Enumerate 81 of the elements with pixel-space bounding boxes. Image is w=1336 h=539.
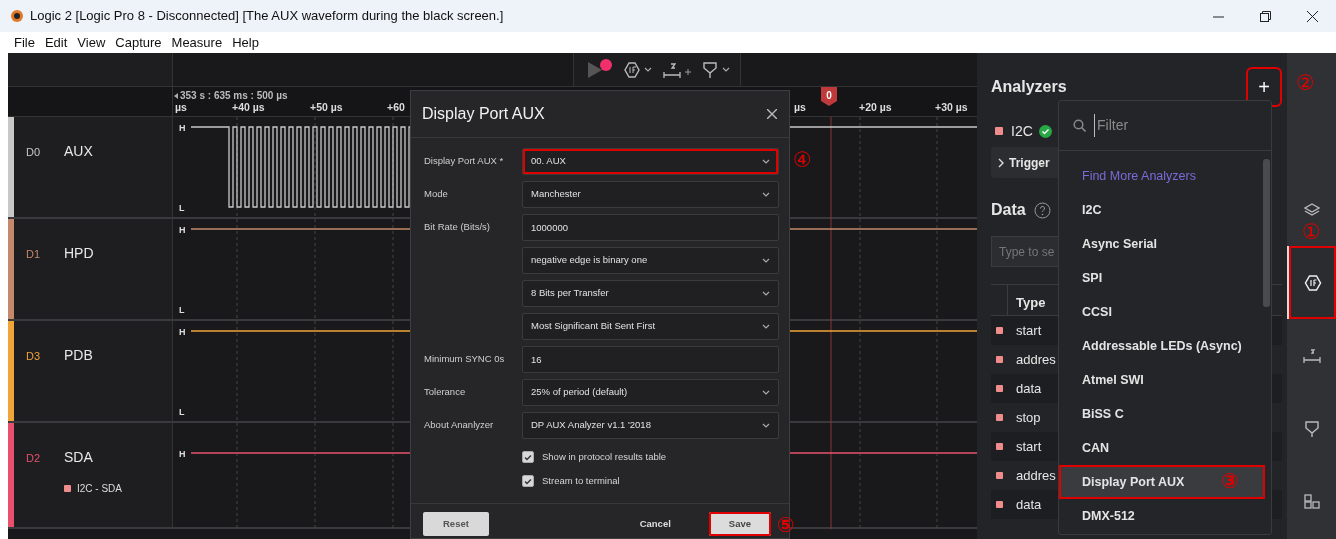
level-label: L — [179, 305, 185, 315]
checkbox-label: Stream to terminal — [542, 473, 620, 488]
time-tick-label: µs — [175, 101, 187, 113]
table-cell-text: data — [1015, 379, 1042, 398]
menu-item[interactable]: View — [77, 32, 106, 53]
dropdown-field[interactable]: 8 Bits per Transfer — [522, 280, 779, 307]
channel-name: AUX — [64, 143, 93, 159]
annotation-number: ② — [1296, 73, 1315, 94]
dropdown-field[interactable]: 25% of period (default) — [522, 379, 779, 406]
time-tick-label: µs — [794, 101, 806, 113]
channel-id: D2 — [26, 451, 42, 466]
level-label: H — [179, 327, 186, 337]
annotation-number: ⑤ — [776, 515, 795, 536]
menu-item[interactable]: CAN — [1059, 431, 1265, 465]
time-tick-label: +20 µs — [859, 101, 892, 113]
menu-item[interactable]: DMX-512 — [1059, 499, 1265, 533]
menu-item[interactable]: Help — [232, 32, 259, 53]
menu-item[interactable]: Measure — [171, 32, 223, 53]
trigger-expander[interactable]: Trigger — [991, 147, 1058, 178]
column-header: Type — [1015, 294, 1046, 312]
input-field[interactable]: 16 — [522, 346, 779, 373]
channel-name: HPD — [64, 245, 94, 261]
table-cell-text: addres — [1015, 350, 1056, 369]
channel-name: PDB — [64, 347, 93, 363]
timestamp-label: 353 s : 635 ms : 500 µs — [180, 90, 288, 101]
time-marker: 0 — [821, 87, 837, 106]
menu-item[interactable]: Display Port AUX ③ — [1059, 465, 1265, 499]
menu-item[interactable]: CCSI — [1059, 295, 1265, 329]
input-field[interactable]: 1000000 — [522, 214, 779, 241]
filter-field[interactable]: Filter — [1094, 114, 1254, 137]
field-label: Bit Rate (Bits/s) — [424, 220, 491, 235]
time-tick-label: +30 µs — [935, 101, 968, 113]
level-label: H — [179, 225, 186, 235]
dropdown-field[interactable]: Manchester — [522, 181, 779, 208]
menu-item[interactable]: I2C — [1059, 193, 1265, 227]
channel-name: SDA — [64, 449, 93, 465]
field-label: Mode — [424, 187, 449, 202]
analyzer-name[interactable]: I2C — [1011, 120, 1033, 142]
table-cell-text: data — [1015, 495, 1042, 514]
time-tick-label: +40 µs — [232, 101, 265, 113]
menu-link[interactable]: Find More Analyzers — [1059, 159, 1265, 193]
annotation-number: ③ — [1221, 471, 1239, 492]
channel-id: D3 — [26, 349, 42, 364]
menu-item[interactable]: File — [14, 32, 35, 53]
channel-id: D0 — [26, 145, 42, 160]
menu-item[interactable]: Capture — [115, 32, 162, 53]
dropdown-field[interactable]: Most Significant Bit Sent First — [522, 313, 779, 340]
field-label: Tolerance — [424, 385, 467, 400]
time-tick-label: +50 µs — [310, 101, 343, 113]
channel-id: D1 — [26, 247, 42, 262]
menu-item[interactable]: BiSS C — [1059, 397, 1265, 431]
level-label: L — [179, 407, 185, 417]
table-cell-text: addres — [1015, 466, 1056, 485]
field-label: Minimum SYNC 0s — [424, 352, 506, 367]
annotation-number: ① — [1302, 222, 1321, 244]
menu-item[interactable]: SPI — [1059, 261, 1265, 295]
analyzer-label: I2C - SDA — [77, 482, 122, 496]
dropdown-field[interactable]: negative edge is binary one — [522, 247, 779, 274]
field-label: Display Port AUX * — [424, 154, 505, 169]
level-label: H — [179, 449, 186, 459]
level-label: H — [179, 123, 186, 133]
annotation-number: ④ — [793, 150, 812, 171]
dialog-button[interactable]: Cancel — [619, 512, 691, 536]
dialog-title: Display Port AUX — [422, 104, 545, 124]
table-cell-text: start — [1015, 321, 1042, 340]
menu-item[interactable]: Addressable LEDs (Async) — [1059, 329, 1265, 363]
field-label: About Ananlyzer — [424, 418, 495, 433]
level-label: L — [179, 203, 185, 213]
menu-item[interactable]: Edit — [44, 32, 68, 53]
section-title: Data — [991, 200, 1026, 220]
menu-item[interactable]: Async Serial — [1059, 227, 1265, 261]
checkbox-label: Show in protocol results table — [542, 449, 667, 464]
dropdown-field[interactable]: DP AUX Analyzer v1.1 '2018 — [522, 412, 779, 439]
panel-title: Analyzers — [991, 77, 1067, 97]
window-title: Logic 2 [Logic Pro 8 - Disconnected] [The AUX waveform during the black screen.] — [30, 7, 504, 26]
table-cell-text: stop — [1015, 408, 1041, 427]
menu-item[interactable]: Atmel SWI — [1059, 363, 1265, 397]
table-cell-text: start — [1015, 437, 1042, 456]
time-tick-label: +60 — [387, 101, 405, 113]
search-field[interactable]: Type to se — [991, 236, 1058, 267]
dialog-button[interactable]: Reset — [423, 512, 489, 536]
